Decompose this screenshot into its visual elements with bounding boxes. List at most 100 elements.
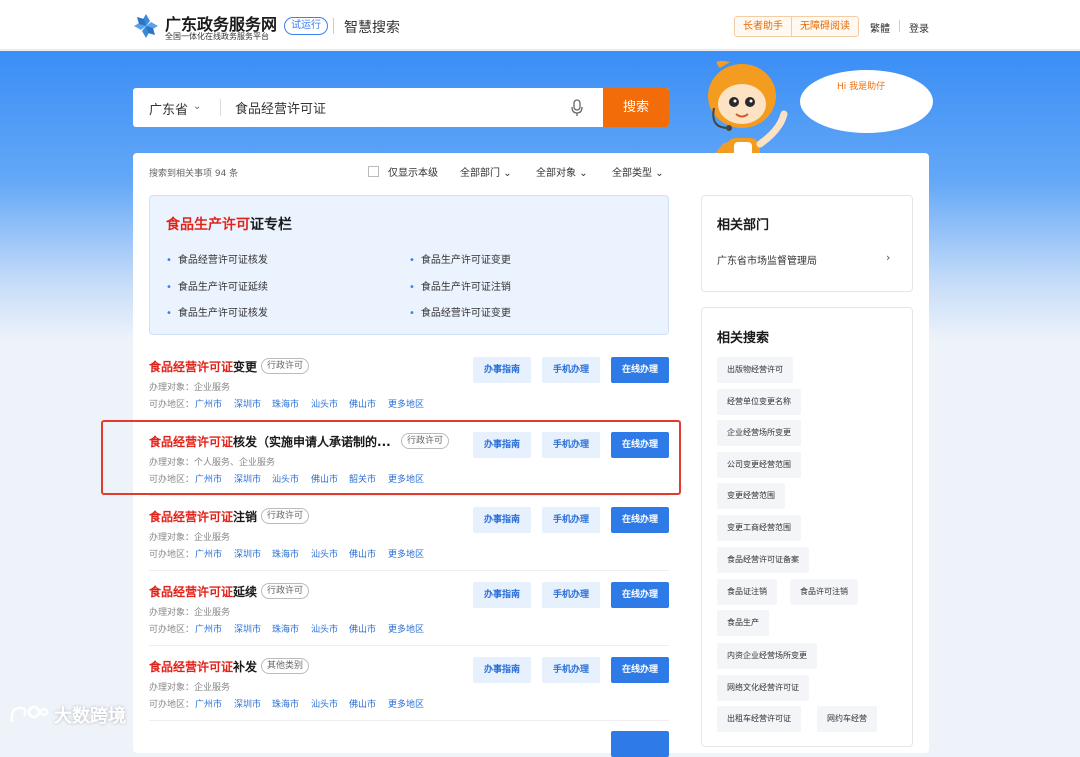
mobile-handle-button[interactable]: 手机办理	[542, 357, 600, 383]
guide-button[interactable]: 办事指南	[473, 657, 531, 683]
related-search-tag[interactable]: 食品证注销	[717, 579, 777, 605]
more-areas-link[interactable]: 更多地区	[388, 397, 424, 410]
city-link[interactable]: 珠海市	[272, 697, 299, 710]
more-areas-link[interactable]: 更多地区	[388, 622, 424, 635]
city-link[interactable]: 珠海市	[272, 547, 299, 560]
guide-button[interactable]: 办事指南	[473, 357, 531, 383]
guide-button[interactable]: 办事指南	[473, 582, 531, 608]
city-link[interactable]: 广州市	[195, 697, 222, 710]
city-link[interactable]: 广州市	[195, 397, 222, 410]
assistant-greeting: Hi 我是助仔	[837, 82, 886, 92]
related-search-tag[interactable]: 企业经营场所变更	[717, 420, 801, 446]
related-search-tag[interactable]: 食品许可注销	[790, 579, 858, 605]
result-target: 办理对象：企业服务	[149, 683, 231, 693]
city-link[interactable]: 广州市	[195, 622, 222, 635]
related-search-tag[interactable]: 网约车经营	[817, 706, 877, 732]
more-areas-link[interactable]: 更多地区	[388, 697, 424, 710]
site-brand-subtitle: 全国一体化在线政务服务平台	[165, 32, 269, 41]
result-title[interactable]: 食品经营许可证注销	[149, 508, 257, 525]
city-link[interactable]: 佛山市	[349, 547, 376, 560]
related-department-title: 相关部门	[717, 218, 770, 233]
filter-target[interactable]: 全部对象 ⌄	[536, 164, 588, 179]
watermark-logo-icon	[10, 705, 48, 723]
city-link[interactable]: 深圳市	[234, 622, 261, 635]
filter-target-label: 全部对象	[536, 168, 576, 179]
category-tag: 行政许可	[261, 358, 310, 374]
login-link[interactable]: 登录	[909, 20, 929, 35]
result-area-label: 可办地区：	[149, 625, 195, 635]
city-link[interactable]: 佛山市	[349, 397, 376, 410]
mobile-handle-button[interactable]: 手机办理	[542, 582, 600, 608]
city-link[interactable]: 深圳市	[234, 397, 261, 410]
search-button[interactable]: 搜索	[603, 88, 669, 127]
special-title-highlight: 食品生产许可	[166, 217, 250, 233]
city-link[interactable]: 汕头市	[311, 397, 338, 410]
accessible-reading-button[interactable]: 无障碍阅读	[791, 17, 858, 36]
watermark: 大数跨境	[8, 702, 126, 728]
result-title-rest: 延续	[233, 585, 258, 599]
result-title[interactable]: 食品经营许可证变更	[149, 358, 257, 375]
section-title: 智慧搜索	[344, 20, 400, 36]
related-search-tag[interactable]: 变更经营范围	[717, 483, 785, 509]
related-search-tag[interactable]: 变更工商经营范围	[717, 515, 801, 541]
chevron-down-icon[interactable]: ⌄	[193, 101, 201, 112]
only-level-label[interactable]: 仅显示本级	[388, 164, 438, 179]
site-logo-icon[interactable]	[133, 13, 159, 39]
special-item[interactable]: 食品生产许可证注销	[409, 278, 511, 293]
chevron-right-icon[interactable]: ›	[886, 251, 890, 264]
online-handle-button[interactable]: 在线办理	[611, 507, 669, 533]
only-level-checkbox[interactable]	[368, 166, 379, 177]
related-search-tag[interactable]: 出版物经营许可	[717, 357, 793, 383]
trial-badge: 试运行	[284, 17, 328, 35]
related-search-tag[interactable]: 食品经营许可证备案	[717, 547, 809, 573]
related-search-tag[interactable]: 食品生产	[717, 610, 769, 636]
more-areas-link[interactable]: 更多地区	[388, 547, 424, 560]
guide-button[interactable]: 办事指南	[473, 507, 531, 533]
city-link[interactable]: 深圳市	[234, 697, 261, 710]
filter-type[interactable]: 全部类型 ⌄	[612, 164, 664, 179]
related-search-tag[interactable]: 网络文化经营许可证	[717, 675, 809, 701]
result-title[interactable]: 食品经营许可证补发	[149, 658, 257, 675]
traditional-chinese-link[interactable]: 繁體	[870, 20, 890, 35]
special-item[interactable]: 食品生产许可证延续	[166, 278, 268, 293]
elder-assistant-button[interactable]: 长者助手	[735, 17, 791, 36]
online-handle-button[interactable]: 在线办理	[611, 582, 669, 608]
result-title-highlight: 食品经营许可证	[149, 585, 234, 599]
city-link[interactable]: 佛山市	[349, 622, 376, 635]
city-link[interactable]: 汕头市	[311, 547, 338, 560]
result-divider	[149, 645, 669, 646]
special-item[interactable]: 食品生产许可证核发	[166, 304, 268, 319]
city-link[interactable]: 深圳市	[234, 547, 261, 560]
related-search-tag[interactable]: 内资企业经营场所变更	[717, 643, 817, 669]
result-target: 办理对象：企业服务	[149, 383, 231, 393]
city-link[interactable]: 广州市	[195, 547, 222, 560]
online-handle-button[interactable]: 在线办理	[611, 357, 669, 383]
city-link[interactable]: 汕头市	[311, 622, 338, 635]
city-link[interactable]: 珠海市	[272, 622, 299, 635]
category-tag: 其他类别	[261, 658, 310, 674]
mobile-handle-button[interactable]: 手机办理	[542, 507, 600, 533]
special-item[interactable]: 食品生产许可证变更	[409, 251, 511, 266]
result-title[interactable]: 食品经营许可证延续	[149, 583, 257, 600]
related-search-tag[interactable]: 经营单位变更名称	[717, 389, 801, 415]
related-search-tag[interactable]: 出租车经营许可证	[717, 706, 801, 732]
online-handle-button[interactable]: 在线办理	[611, 657, 669, 683]
city-link[interactable]: 汕头市	[311, 697, 338, 710]
special-item[interactable]: 食品经营许可证变更	[409, 304, 511, 319]
related-search-title: 相关搜索	[717, 331, 770, 346]
related-search-tag[interactable]: 公司变更经营范围	[717, 452, 801, 478]
department-link[interactable]: 广东省市场监督管理局	[717, 252, 817, 267]
city-link[interactable]: 珠海市	[272, 397, 299, 410]
special-item[interactable]: 食品经营许可证核发	[166, 251, 268, 266]
result-title-highlight: 食品经营许可证	[149, 510, 234, 524]
mobile-handle-button[interactable]: 手机办理	[542, 657, 600, 683]
watermark-text: 大数跨境	[54, 706, 126, 727]
filter-department[interactable]: 全部部门 ⌄	[460, 164, 512, 179]
accessibility-tools: 长者助手 无障碍阅读	[734, 16, 859, 37]
city-link[interactable]: 佛山市	[349, 697, 376, 710]
microphone-icon[interactable]	[570, 99, 584, 117]
chevron-down-icon: ⌄	[503, 168, 512, 179]
result-divider	[149, 570, 669, 571]
province-select[interactable]: 广东省	[149, 99, 188, 118]
search-input[interactable]	[227, 92, 557, 123]
